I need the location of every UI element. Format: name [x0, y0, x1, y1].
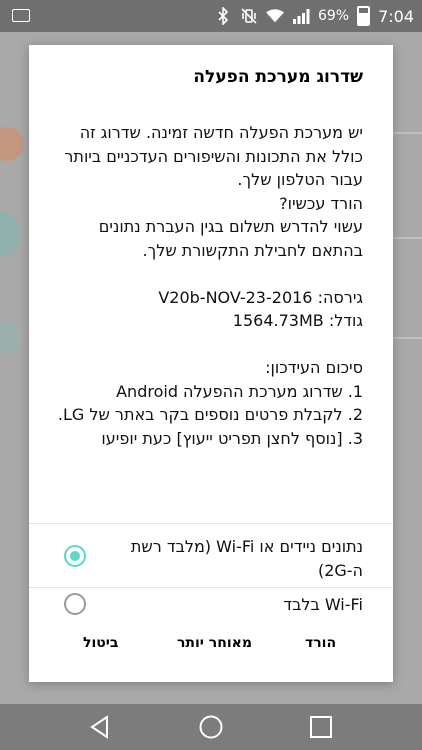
vibrate-icon: [240, 7, 258, 25]
radio-unselected-icon[interactable]: [64, 593, 86, 615]
background-line: [392, 237, 422, 239]
dialog-title: שדרוג מערכת הפעלה: [193, 67, 363, 87]
background-line: [392, 337, 422, 339]
back-icon[interactable]: [89, 715, 109, 739]
cancel-button[interactable]: ביטול: [83, 635, 118, 651]
home-icon[interactable]: [199, 715, 223, 739]
background-shape: [0, 322, 20, 354]
dialog-message[interactable]: יש מערכת הפעלה חדשה זמינה. שדרוג זה כולל…: [47, 121, 363, 557]
battery-icon: [357, 6, 371, 26]
wifi-icon: [265, 7, 284, 25]
download-button[interactable]: הורד: [305, 635, 336, 651]
status-icons: 69% 7:04: [214, 6, 414, 26]
voicemail-icon: [12, 9, 30, 22]
signal-icon: [292, 7, 310, 25]
clock: 7:04: [378, 6, 414, 26]
later-button[interactable]: מאוחר יותר: [177, 635, 252, 651]
divider: [29, 587, 393, 588]
background-line: [392, 132, 422, 134]
option-mobile-or-wifi-label: נתונים ניידים או Wi-Fi (מלבד רשת ה-2G): [130, 537, 363, 580]
bluetooth-icon: [214, 7, 232, 25]
divider: [29, 523, 393, 524]
navigation-bar: [0, 704, 422, 750]
status-bar: 69% 7:04: [0, 0, 422, 32]
option-wifi-only-label: Wi-Fi בלבד: [283, 595, 363, 614]
radio-selected-icon[interactable]: [64, 545, 86, 567]
os-upgrade-dialog: שדרוג מערכת הפעלה יש מערכת הפעלה חדשה זמ…: [29, 45, 393, 682]
battery-percent: 69%: [317, 8, 350, 24]
option-wifi-only[interactable]: Wi-Fi בלבד: [29, 593, 393, 631]
background-shape: [0, 212, 20, 256]
dialog-actions: הורד מאוחר יותר ביטול: [29, 635, 393, 669]
background-shape: [0, 127, 24, 161]
recents-icon[interactable]: [310, 716, 332, 738]
option-mobile-or-wifi[interactable]: נתונים ניידים או Wi-Fi (מלבד רשת ה-2G): [29, 535, 393, 587]
